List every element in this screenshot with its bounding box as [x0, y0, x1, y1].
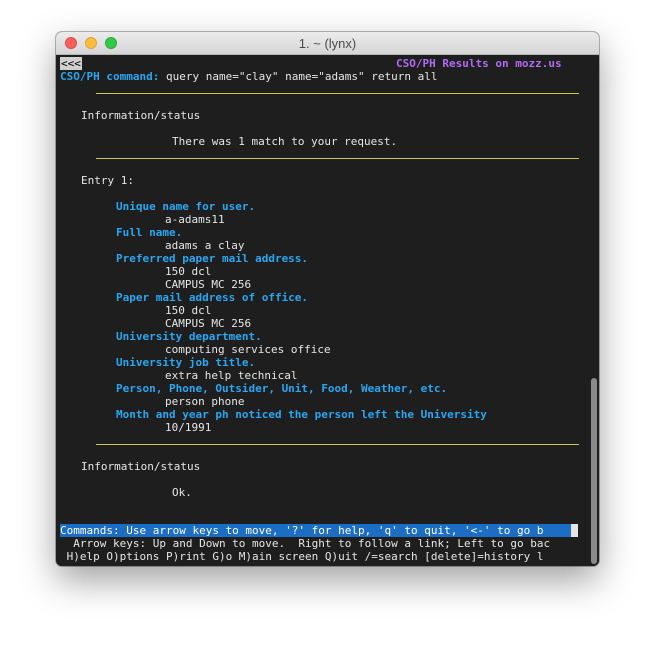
terminal-window: 1. ~ (lynx) <<< CSO/PH Results on mozz.u… — [56, 32, 599, 566]
field-value: 10/1991 — [165, 421, 212, 434]
field-value: 150 dcl — [165, 304, 212, 317]
horizontal-rule — [96, 444, 579, 445]
info-message: Ok. — [172, 486, 192, 499]
field-value: person phone — [165, 395, 245, 408]
command-help-text: Commands: Use arrow keys to move, '?' fo… — [60, 524, 544, 537]
info-heading: Information/status — [81, 109, 201, 122]
horizontal-rule — [96, 93, 579, 94]
field-value: CAMPUS MC 256 — [165, 317, 252, 330]
page-title: CSO/PH Results on mozz.us — [396, 57, 562, 70]
field-label: Preferred paper mail address. — [116, 252, 309, 265]
field-label: University department. — [116, 330, 262, 343]
field-value: extra help technical — [165, 369, 298, 382]
key-shortcuts: H)elp O)ptions P)rint G)o M)ain screen Q… — [60, 550, 544, 563]
field-label: Month and year ph noticed the person lef… — [116, 408, 487, 421]
info-heading: Information/status — [81, 460, 201, 473]
command-line: CSO/PH command: query name="clay" name="… — [60, 70, 438, 83]
field-value: 150 dcl — [165, 265, 212, 278]
scrollbar[interactable] — [591, 378, 597, 564]
field-label: University job title. — [116, 356, 256, 369]
field-label: Paper mail address of office. — [116, 291, 309, 304]
info-message: There was 1 match to your request. — [172, 135, 398, 148]
field-value: computing services office — [165, 343, 331, 356]
arrow-keys-help: Arrow keys: Up and Down to move. Right t… — [60, 537, 551, 550]
title-bar[interactable]: 1. ~ (lynx) — [56, 32, 599, 55]
command-text: query name="clay" name="adams" return al… — [159, 70, 438, 83]
field-label: Person, Phone, Outsider, Unit, Food, Wea… — [116, 382, 448, 395]
field-label: Full name. — [116, 226, 183, 239]
entry-heading: Entry 1: — [81, 174, 134, 187]
field-label: Unique name for user. — [116, 200, 256, 213]
window-title: 1. ~ (lynx) — [298, 36, 357, 51]
field-value: CAMPUS MC 256 — [165, 278, 252, 291]
text-cursor — [571, 524, 578, 537]
field-value: adams a clay — [165, 239, 245, 252]
back-link[interactable]: <<< — [60, 57, 82, 70]
horizontal-rule — [96, 158, 579, 159]
command-label: CSO/PH command: — [60, 70, 160, 83]
lynx-screen[interactable]: <<< CSO/PH Results on mozz.us CSO/PH com… — [56, 55, 599, 566]
field-value: a-adams11 — [165, 213, 225, 226]
